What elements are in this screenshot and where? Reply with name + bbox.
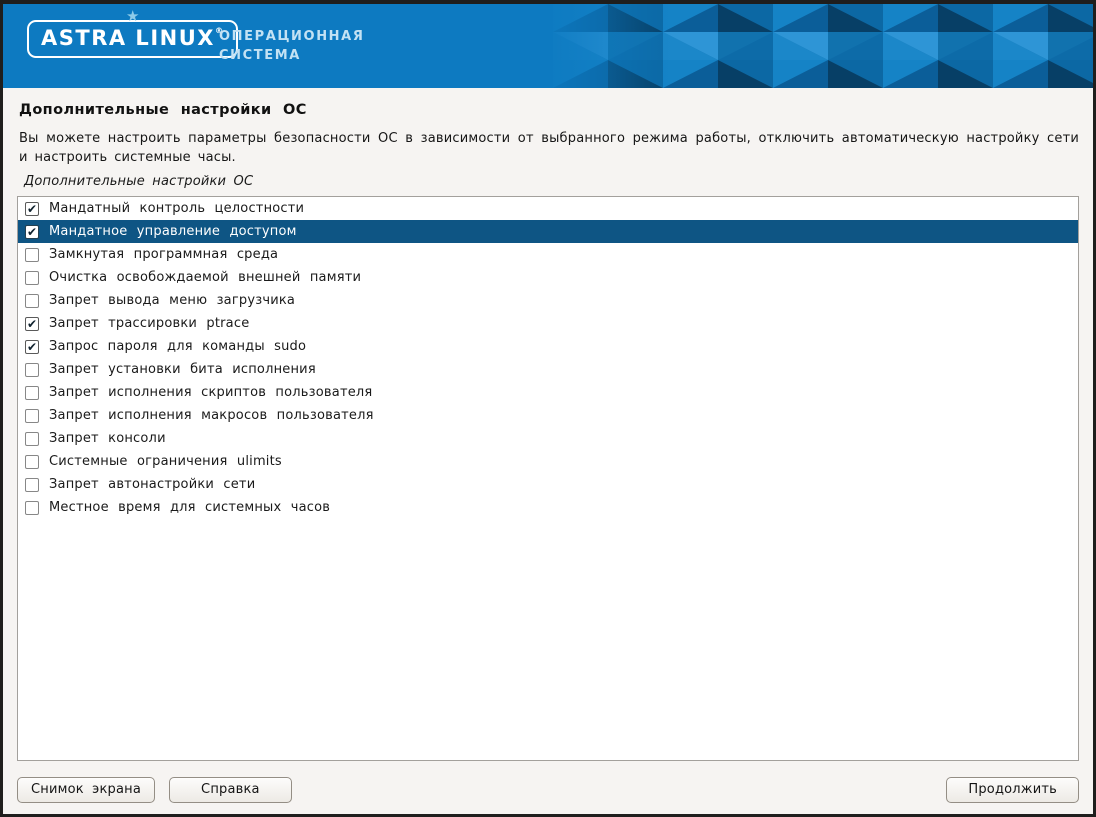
list-item-label: Запрет консоли — [49, 431, 166, 446]
help-button[interactable]: Справка — [169, 777, 292, 803]
screenshot-button[interactable]: Снимок экрана — [17, 777, 155, 803]
list-item[interactable]: Запрет консоли — [18, 427, 1078, 450]
checkbox[interactable] — [25, 294, 39, 308]
checkbox[interactable] — [25, 363, 39, 377]
list-item[interactable]: Запрет вывода меню загрузчика — [18, 289, 1078, 312]
brand-text: ОПЕРАЦИОННАЯ СИСТЕМА — [219, 27, 364, 65]
options-list: ✔ Мандатный контроль целостности ✔ Манда… — [17, 196, 1079, 761]
list-item[interactable]: Замкнутая программная среда — [18, 243, 1078, 266]
checkbox[interactable]: ✔ — [25, 317, 39, 331]
page-description: Вы можете настроить параметры безопаснос… — [19, 129, 1079, 167]
list-item-label: Запрет автонастройки сети — [49, 477, 255, 492]
installer-window: ★ ASTRA LINUX® ОПЕРАЦИОННАЯ СИСТЕМА Допо… — [0, 0, 1096, 817]
list-item[interactable]: Запрет исполнения скриптов пользователя — [18, 381, 1078, 404]
checkbox[interactable] — [25, 409, 39, 423]
list-item[interactable]: Запрет автонастройки сети — [18, 473, 1078, 496]
checkbox[interactable] — [25, 478, 39, 492]
list-item-label: Очистка освобождаемой внешней памяти — [49, 270, 361, 285]
options-caption: Дополнительные настройки ОС — [24, 174, 1079, 189]
list-item[interactable]: Запрет исполнения макросов пользователя — [18, 404, 1078, 427]
main-content: Дополнительные настройки ОС Вы можете на… — [3, 88, 1093, 814]
page-title: Дополнительные настройки ОС — [19, 102, 1079, 118]
list-item-label: Мандатный контроль целостности — [49, 201, 304, 216]
astra-linux-logo: ★ ASTRA LINUX® — [27, 20, 238, 58]
list-item-label: Системные ограничения ulimits — [49, 454, 282, 469]
logo-text: ASTRA LINUX — [41, 26, 215, 50]
checkbox[interactable] — [25, 501, 39, 515]
list-item-label: Запрет вывода меню загрузчика — [49, 293, 295, 308]
list-item-label: Запрет установки бита исполнения — [49, 362, 316, 377]
list-item-label: Запрет исполнения макросов пользователя — [49, 408, 374, 423]
header-banner: ★ ASTRA LINUX® ОПЕРАЦИОННАЯ СИСТЕМА — [3, 4, 1093, 88]
list-item[interactable]: ✔ Запрос пароля для команды sudo — [18, 335, 1078, 358]
checkbox[interactable]: ✔ — [25, 340, 39, 354]
list-item-label: Запрет трассировки ptrace — [49, 316, 249, 331]
list-item[interactable]: ✔ Мандатное управление доступом — [18, 220, 1078, 243]
list-item[interactable]: Местное время для системных часов — [18, 496, 1078, 519]
checkbox[interactable] — [25, 386, 39, 400]
list-item-label: Местное время для системных часов — [49, 500, 330, 515]
checkbox[interactable] — [25, 271, 39, 285]
footer-bar: Снимок экрана Справка Продолжить — [17, 777, 1079, 803]
list-item-label: Замкнутая программная среда — [49, 247, 278, 262]
list-item[interactable]: ✔ Мандатный контроль целостности — [18, 197, 1078, 220]
brand-line-1: ОПЕРАЦИОННАЯ — [219, 27, 364, 46]
checkbox[interactable] — [25, 432, 39, 446]
star-icon: ★ — [124, 9, 141, 23]
list-item-label: Мандатное управление доступом — [49, 224, 297, 239]
continue-button[interactable]: Продолжить — [946, 777, 1079, 803]
checkbox[interactable] — [25, 455, 39, 469]
list-item[interactable]: ✔ Запрет трассировки ptrace — [18, 312, 1078, 335]
list-item-label: Запрос пароля для команды sudo — [49, 339, 306, 354]
checkbox[interactable] — [25, 248, 39, 262]
list-item[interactable]: Очистка освобождаемой внешней памяти — [18, 266, 1078, 289]
brand-line-2: СИСТЕМА — [219, 46, 364, 65]
banner-facet-pattern — [553, 4, 1093, 88]
checkbox[interactable]: ✔ — [25, 225, 39, 239]
list-item-label: Запрет исполнения скриптов пользователя — [49, 385, 372, 400]
list-item[interactable]: Системные ограничения ulimits — [18, 450, 1078, 473]
checkbox[interactable]: ✔ — [25, 202, 39, 216]
list-item[interactable]: Запрет установки бита исполнения — [18, 358, 1078, 381]
